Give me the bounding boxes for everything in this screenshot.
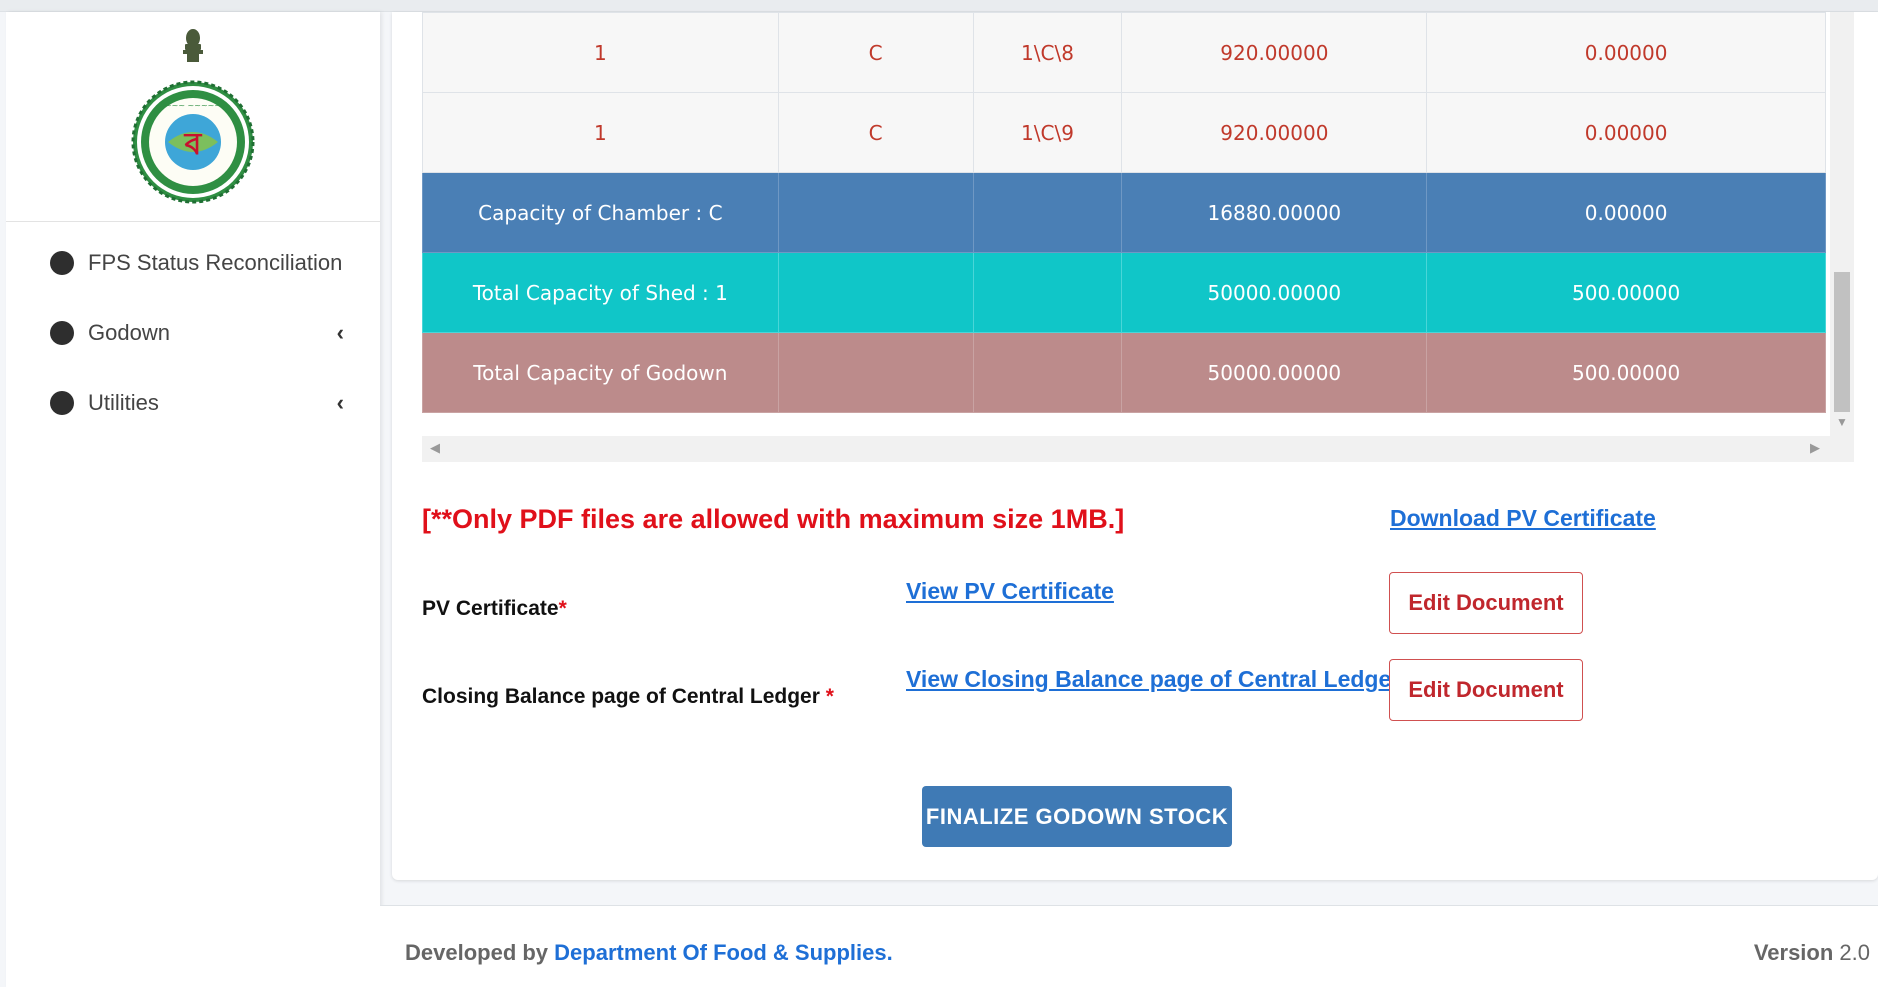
godown-capacity-row: Total Capacity of Godown 50000.00000 500… bbox=[422, 332, 1826, 413]
govt-emblem-logo: ব ~~~ ~~~~~ bbox=[131, 28, 255, 203]
triangle-right-icon[interactable]: ▶ bbox=[1810, 440, 1820, 456]
table-cell: 500.00000 bbox=[1426, 332, 1826, 413]
main-card: 1 C 1\C\8 920.00000 0.00000 1 C 1\C\9 92… bbox=[392, 12, 1878, 880]
horizontal-scrollbar[interactable]: ◀ ▶ bbox=[422, 436, 1830, 462]
table-cell: 0.00000 bbox=[1426, 172, 1826, 253]
table-cell: 0.00000 bbox=[1426, 12, 1826, 93]
vertical-scroll-thumb[interactable] bbox=[1834, 272, 1850, 412]
closing-balance-label: Closing Balance page of Central Ledger * bbox=[422, 685, 834, 709]
required-mark: * bbox=[819, 685, 834, 708]
table-cell: Capacity of Chamber : C bbox=[422, 172, 779, 253]
sidebar-brand: ব ~~~ ~~~~~ bbox=[6, 12, 380, 222]
sidebar-nav: FPS Status Reconciliation Godown ‹ Utili… bbox=[6, 222, 380, 438]
pv-certificate-label-text: PV Certificate bbox=[422, 597, 559, 620]
table-cell bbox=[777, 332, 974, 413]
table-cell: C bbox=[777, 12, 974, 93]
table-cell: 920.00000 bbox=[1121, 12, 1428, 93]
svg-text:~~~ ~~~~~: ~~~ ~~~~~ bbox=[165, 101, 221, 110]
table-cell: 0.00000 bbox=[1426, 92, 1826, 173]
sidebar-item-label: FPS Status Reconciliation bbox=[88, 250, 343, 275]
view-closing-balance-link[interactable]: View Closing Balance page of Central Led… bbox=[906, 666, 1400, 693]
table-cell: 1\C\8 bbox=[972, 12, 1123, 93]
sidebar: ব ~~~ ~~~~~ FPS Status Reconciliation Go… bbox=[6, 12, 380, 987]
pv-certificate-label: PV Certificate* bbox=[422, 597, 567, 621]
triangle-left-icon[interactable]: ◀ bbox=[430, 440, 440, 456]
required-mark: * bbox=[558, 597, 567, 620]
capacity-table-container: 1 C 1\C\8 920.00000 0.00000 1 C 1\C\9 92… bbox=[422, 12, 1854, 462]
sidebar-item-godown[interactable]: Godown ‹ bbox=[6, 298, 380, 368]
footer: Developed by Department Of Food & Suppli… bbox=[380, 905, 1878, 987]
table-cell: 1 bbox=[422, 12, 779, 93]
shed-capacity-row: Total Capacity of Shed : 1 50000.00000 5… bbox=[422, 252, 1826, 333]
table-cell bbox=[972, 332, 1123, 413]
file-size-notice: [**Only PDF files are allowed with maxim… bbox=[422, 504, 1125, 534]
finalize-godown-stock-button[interactable]: FINALIZE GODOWN STOCK bbox=[922, 786, 1232, 847]
footer-department-link[interactable]: Department Of Food & Supplies. bbox=[554, 940, 893, 965]
table-cell bbox=[972, 252, 1123, 333]
table-cell: 50000.00000 bbox=[1121, 252, 1428, 333]
table-cell: Total Capacity of Godown bbox=[422, 332, 779, 413]
table-cell: 1\C\9 bbox=[972, 92, 1123, 173]
table-row: 1 C 1\C\9 920.00000 0.00000 bbox=[422, 92, 1826, 173]
table-cell bbox=[777, 252, 974, 333]
vertical-scrollbar[interactable]: ▼ bbox=[1830, 12, 1854, 462]
version-number: 2.0 bbox=[1833, 940, 1870, 965]
chevron-left-icon: ‹ bbox=[336, 390, 344, 415]
chevron-left-icon: ‹ bbox=[336, 320, 344, 345]
version-label: Version bbox=[1753, 940, 1834, 965]
table-cell: 16880.00000 bbox=[1121, 172, 1428, 253]
table-cell: 50000.00000 bbox=[1121, 332, 1428, 413]
footer-developed-by: Developed by bbox=[405, 940, 555, 965]
table-cell bbox=[777, 172, 974, 253]
top-bar bbox=[0, 0, 1878, 12]
table-cell bbox=[972, 172, 1123, 253]
table-cell: 500.00000 bbox=[1426, 252, 1826, 333]
table-cell: Total Capacity of Shed : 1 bbox=[422, 252, 779, 333]
view-pv-certificate-link[interactable]: View PV Certificate bbox=[906, 578, 1114, 605]
filled-circle-icon bbox=[50, 391, 74, 415]
table-cell: 1 bbox=[422, 92, 779, 173]
sidebar-item-label: Godown bbox=[88, 320, 170, 345]
sidebar-item-fps-status-reconciliation[interactable]: FPS Status Reconciliation bbox=[6, 228, 380, 298]
capacity-table: 1 C 1\C\8 920.00000 0.00000 1 C 1\C\9 92… bbox=[422, 12, 1826, 413]
sidebar-item-label: Utilities bbox=[88, 390, 159, 415]
table-row: 1 C 1\C\8 920.00000 0.00000 bbox=[422, 12, 1826, 93]
edit-closing-balance-button[interactable]: Edit Document bbox=[1389, 659, 1583, 721]
svg-text:ব: ব bbox=[184, 127, 203, 162]
table-cell: 920.00000 bbox=[1121, 92, 1428, 173]
filled-circle-icon bbox=[50, 321, 74, 345]
footer-credit: Developed by Department Of Food & Suppli… bbox=[405, 940, 893, 966]
download-pv-certificate-link[interactable]: Download PV Certificate bbox=[1390, 505, 1656, 532]
footer-version: Version 2.0 bbox=[1754, 940, 1870, 966]
closing-balance-label-text: Closing Balance page of Central Ledger bbox=[422, 685, 820, 708]
chamber-capacity-row: Capacity of Chamber : C 16880.00000 0.00… bbox=[422, 172, 1826, 253]
filled-circle-icon bbox=[50, 251, 74, 275]
triangle-down-icon[interactable]: ▼ bbox=[1836, 415, 1848, 429]
edit-pv-certificate-button[interactable]: Edit Document bbox=[1389, 572, 1583, 634]
sidebar-item-utilities[interactable]: Utilities ‹ bbox=[6, 368, 380, 438]
table-cell: C bbox=[777, 92, 974, 173]
